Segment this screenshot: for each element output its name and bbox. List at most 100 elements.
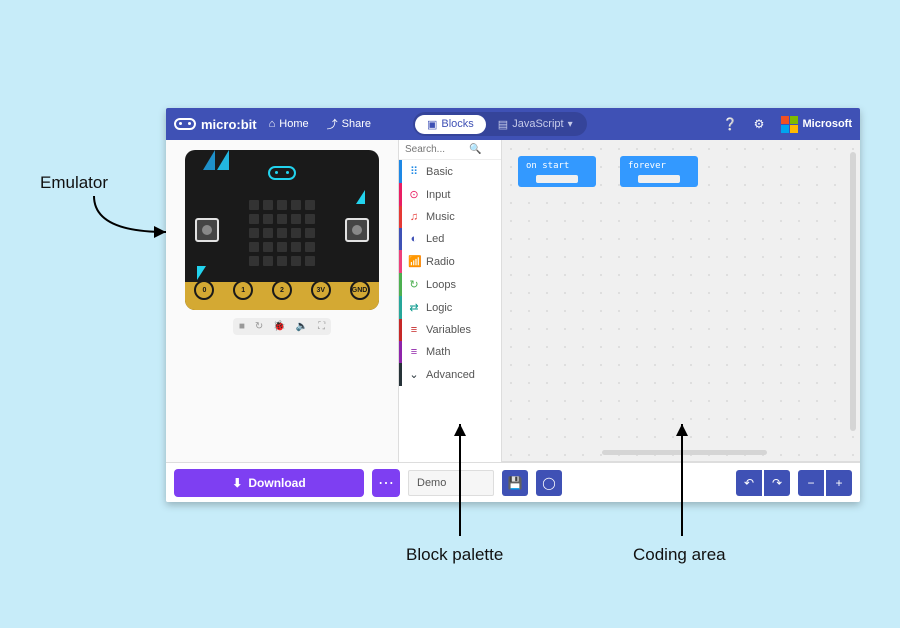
palette-item-loops[interactable]: ↻ Loops [399,273,501,296]
bottombar: ⬇ Download ⋯ 💾 ◯ ↶ ↷ − + [166,462,860,502]
button-a[interactable] [195,218,219,242]
topbar-right: ❔ ⚙ Microsoft [723,116,853,133]
palette-label: Music [426,211,455,223]
chevron-down-icon: ▾ [568,119,573,130]
zoom-in-button[interactable]: + [826,470,852,496]
pin-1[interactable]: 1 [233,280,253,300]
palette-icon: ≡ [408,346,420,358]
stop-button[interactable]: ■ [239,321,245,332]
annotation-palette: Block palette [406,545,503,565]
save-button[interactable]: 💾 [502,470,528,496]
palette-search[interactable]: 🔍 [399,140,501,160]
palette-item-variables[interactable]: ≡ Variables [399,319,501,341]
pin-gnd[interactable]: GND [350,280,370,300]
palette-icon: ⌄ [408,368,420,381]
palette-item-advanced[interactable]: ⌄Advanced [399,363,501,386]
settings-button[interactable]: ⚙ [752,117,767,132]
palette-label: Math [426,346,450,358]
brand-text: micro:bit [201,117,257,132]
home-icon: ⌂ [269,118,276,130]
blocks-mode-label: Blocks [441,118,473,130]
button-b[interactable] [345,218,369,242]
coding-area[interactable]: on start forever [502,140,860,462]
annotation-arrow [86,190,176,255]
download-more-button[interactable]: ⋯ [372,469,400,497]
palette-item-math[interactable]: ≡ Math [399,341,501,363]
annotation-workspace: Coding area [633,545,726,565]
palette-item-input[interactable]: ⊙ Input [399,183,501,206]
decor-triangle-icon [217,150,229,170]
palette-label: Basic [426,166,453,178]
pin-2[interactable]: 2 [272,280,292,300]
palette-label: Radio [426,256,455,268]
edge-connector: 0 1 2 3V GND [185,282,379,310]
palette-icon: ≡ [408,324,420,336]
js-mode-label: JavaScript [512,118,563,130]
share-label: Share [342,118,371,130]
javascript-mode-button[interactable]: ▤ JavaScript ▾ [486,115,585,134]
decor-triangle-icon [203,150,215,170]
vertical-scrollbar[interactable] [850,152,856,431]
microsoft-logo-icon [781,116,798,133]
palette-item-music[interactable]: ♫ Music [399,206,501,228]
microbit-face-icon [268,166,296,180]
palette-item-basic[interactable]: ⠿ Basic [399,160,501,183]
github-button[interactable]: ◯ [536,470,562,496]
help-button[interactable]: ❔ [723,117,738,132]
annotation-arrow [672,418,692,543]
fullscreen-button[interactable]: ⛶ [318,321,325,332]
js-icon: ▤ [498,118,508,131]
search-input[interactable] [405,144,465,155]
main-area: 0 1 2 3V GND ■ ↻ 🐞 🔈 ⛶ 🔍 ⠿Basic⊙In [166,140,860,462]
palette-icon: ♫ [408,211,420,223]
palette-icon: ↻ [408,278,420,291]
palette-label: Loops [426,279,456,291]
download-label: Download [248,476,305,490]
restart-button[interactable]: ↻ [255,321,263,332]
download-button[interactable]: ⬇ Download [174,469,364,497]
bug-button[interactable]: 🐞 [273,321,285,332]
topbar: micro:bit ⌂ Home ⤴ Share ▣ Blocks ▤ Java… [166,108,860,140]
block-label: forever [628,161,666,171]
palette-icon: ◐ [408,233,420,245]
download-icon: ⬇ [232,476,242,490]
microsoft-label: Microsoft [803,118,853,130]
share-link[interactable]: ⤴ Share [321,116,377,132]
palette-label: Led [426,233,444,245]
palette-item-logic[interactable]: ⇄Logic [399,296,501,319]
code-block-on-start[interactable]: on start [518,156,596,187]
palette-item-led[interactable]: ◐ Led [399,228,501,250]
block-label: on start [526,161,569,171]
mute-button[interactable]: 🔈 [296,321,308,332]
zoom-group: − + [798,470,852,496]
pin-3v[interactable]: 3V [311,280,331,300]
share-icon: ⤴ [327,116,338,132]
code-block-forever[interactable]: forever [620,156,698,187]
brand-logo[interactable]: micro:bit [174,117,257,132]
redo-button[interactable]: ↷ [764,470,790,496]
microsoft-logo: Microsoft [781,116,853,133]
zoom-out-button[interactable]: − [798,470,824,496]
palette-label: Input [426,189,450,201]
palette-icon: ⊙ [408,188,420,201]
palette-label: Variables [426,324,471,336]
microbit-emulator[interactable]: 0 1 2 3V GND [185,150,379,310]
led-grid [249,200,315,266]
block-palette: 🔍 ⠿ Basic ⊙ Input ♫ Music ◐ Led 📶Radio ↻ Loops ⇄Log… [398,140,502,462]
palette-icon: ⇄ [408,301,420,314]
annotation-arrow [450,418,470,543]
a-triangle-icon [197,266,206,280]
undo-redo-group: ↶ ↷ [736,470,790,496]
blocks-icon: ▣ [427,118,437,131]
blocks-mode-button[interactable]: ▣ Blocks [415,115,486,134]
undo-button[interactable]: ↶ [736,470,762,496]
home-link[interactable]: ⌂ Home [263,118,315,130]
app-window: micro:bit ⌂ Home ⤴ Share ▣ Blocks ▤ Java… [166,108,860,502]
emulator-controls: ■ ↻ 🐞 🔈 ⛶ [233,318,331,335]
emulator-panel: 0 1 2 3V GND ■ ↻ 🐞 🔈 ⛶ [166,140,398,462]
b-triangle-icon [356,190,365,204]
home-label: Home [279,118,308,130]
pin-0[interactable]: 0 [194,280,214,300]
palette-icon: ⠿ [408,165,420,178]
palette-item-radio[interactable]: 📶Radio [399,250,501,273]
